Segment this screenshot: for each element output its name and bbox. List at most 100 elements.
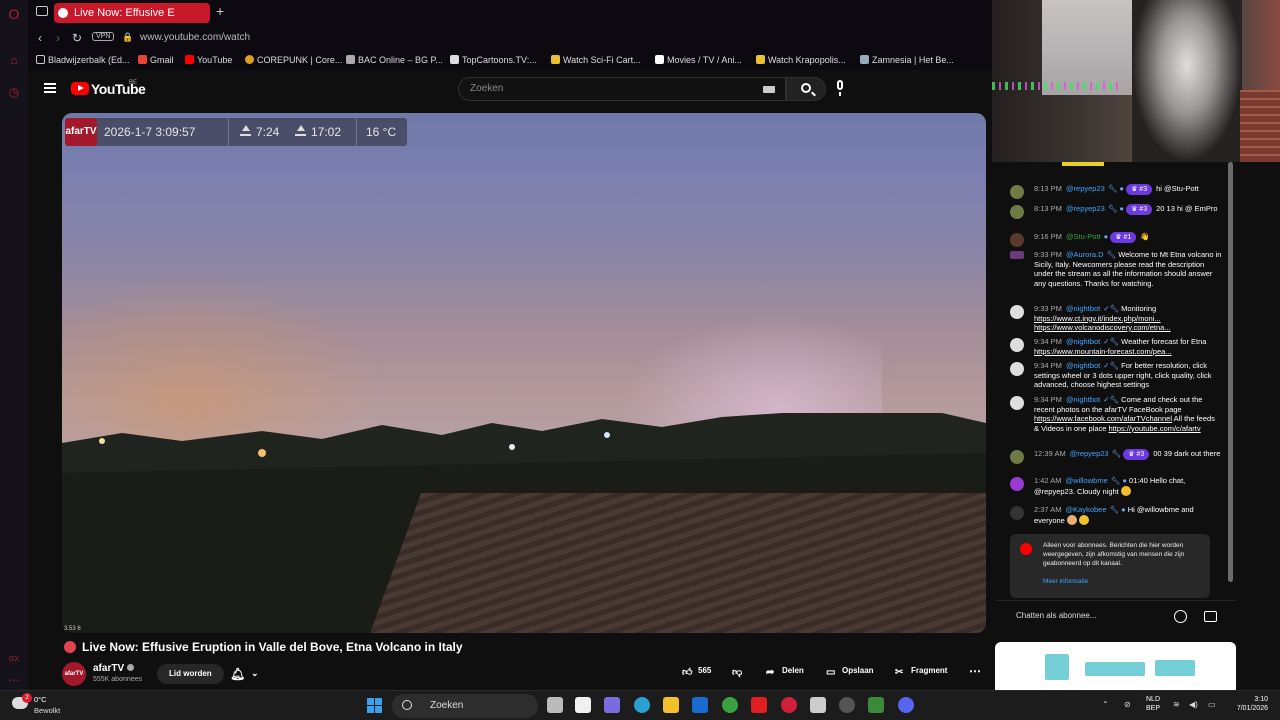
super-chat-icon[interactable]	[1204, 611, 1217, 622]
voice-search-button[interactable]	[832, 80, 848, 98]
chrome-icon[interactable]	[722, 697, 738, 713]
video-player[interactable]: afarTV 2026-1-7 3:09:57 7:24 17:02 16 °C…	[62, 113, 986, 633]
language-indicator[interactable]: NLD BEP	[1146, 695, 1160, 713]
bookmark-youtube[interactable]: YouTube	[185, 55, 232, 65]
edge-icon[interactable]	[634, 697, 650, 713]
join-button[interactable]: Lid worden	[157, 664, 224, 684]
tab-active[interactable]: Live Now: Effusive E	[54, 3, 210, 23]
start-button[interactable]	[367, 698, 383, 714]
share-icon: ➦	[766, 667, 775, 678]
youtube-icon	[1020, 543, 1032, 555]
chat-link[interactable]: https://www.facebook.com/afarTVchannel	[1034, 414, 1172, 423]
ad-card[interactable]	[995, 642, 1236, 690]
calendar-icon[interactable]	[575, 697, 591, 713]
bookmark-corepunk[interactable]: COREPUNK | Core...	[245, 55, 342, 65]
tray-chevron-icon[interactable]: ⌃	[1102, 700, 1109, 709]
wifi-icon[interactable]: ≋	[1173, 700, 1180, 709]
bookmark-zamnesia[interactable]: Zamnesia | Het Be...	[860, 55, 954, 65]
bookmark-icon: ▭	[826, 667, 836, 678]
weather-temperature[interactable]: 0°C	[34, 695, 47, 704]
youtube-app-icon[interactable]	[751, 697, 767, 713]
chat-message-list[interactable]: 8:13 PM @repyep23 🔧︎ ● ♛ #3 hi @Stu-Pott 8:…	[996, 162, 1228, 600]
verified-icon	[127, 664, 135, 671]
taskbar-search[interactable]: Zoeken	[392, 694, 538, 718]
bookmark-folder[interactable]: Bladwijzerbalk (Ed...	[36, 55, 130, 65]
youtube-header: YouTube BE Zoeken	[28, 70, 992, 110]
like-button[interactable]: 👍︎ 565	[682, 666, 711, 678]
bookmark-krapopolis[interactable]: Watch Krapopolis...	[756, 55, 846, 65]
chat-message: 8:13 PM @repyep23 🔧︎ ● ♛ #3 hi @Stu-Pott	[1010, 184, 1222, 199]
youtube-logo-text[interactable]: YouTube	[91, 81, 146, 97]
krapopolis-icon	[756, 55, 765, 64]
more-actions-icon[interactable]: ⋯	[969, 664, 981, 678]
corepunk-icon	[245, 55, 254, 64]
overlay-temperature: 16 °C	[366, 125, 397, 139]
dislike-button[interactable]: 👎︎	[732, 666, 748, 678]
clip-button[interactable]: ✂ Fragment	[895, 666, 947, 678]
more-icon[interactable]: ⋯	[6, 672, 22, 688]
chat-input[interactable]: Chatten als abonnee...	[996, 600, 1236, 630]
lock-icon[interactable]: 🔒	[122, 32, 133, 43]
avatar	[1010, 506, 1024, 520]
network-off-icon[interactable]: ⊘	[1124, 700, 1131, 709]
chat-link[interactable]: https://www.mountain-forecast.com/pea...	[1034, 347, 1172, 356]
scissors-icon: ✂	[895, 667, 904, 678]
weather-condition[interactable]: Bewolkt	[34, 706, 60, 715]
bookmark-bac[interactable]: BAC Online – BG P...	[346, 55, 443, 65]
keyboard-icon[interactable]	[763, 86, 775, 93]
steam-icon[interactable]	[839, 697, 855, 713]
opera-gx-icon[interactable]	[781, 697, 797, 713]
calculator-icon[interactable]	[810, 697, 826, 713]
bookmark-movies[interactable]: Movies / TV / Ani...	[655, 55, 742, 65]
forward-icon[interactable]: ›	[56, 31, 60, 45]
hamburger-menu-icon[interactable]	[44, 83, 56, 93]
url-field[interactable]: www.youtube.com/watch	[140, 32, 250, 43]
chat-message: 9:33 PM @Aurora.D 🔧︎ Welcome to Mt Etna vo…	[1010, 250, 1222, 288]
youtube-logo-icon[interactable]	[71, 82, 89, 95]
channel-avatar[interactable]: afarTV	[62, 662, 86, 686]
bookmark-gmail[interactable]: Gmail	[138, 55, 174, 65]
save-button[interactable]: ▭ Opslaan	[826, 666, 874, 678]
system-clock[interactable]: 3:10 7/01/2026	[1228, 695, 1268, 713]
mic-icon	[837, 80, 843, 90]
chat-scrollbar[interactable]	[1228, 162, 1233, 582]
app-icon[interactable]	[868, 697, 884, 713]
chat-message: 9:16 PM @Stu-Pott ● ♛ #1 👋	[1010, 232, 1222, 247]
notification-badge: 2	[22, 693, 32, 703]
outlook-icon[interactable]	[692, 697, 708, 713]
reload-icon[interactable]: ↻	[72, 31, 82, 45]
bookmark-scifi[interactable]: Watch Sci-Fi Cart...	[551, 55, 641, 65]
overlay-sunrise: 7:24	[240, 125, 279, 139]
back-icon[interactable]: ‹	[38, 31, 42, 45]
emoji-picker-icon[interactable]	[1174, 610, 1187, 623]
volume-icon[interactable]: ◀)	[1189, 700, 1198, 709]
chevron-down-icon[interactable]: ⌄	[251, 668, 259, 679]
channel-name[interactable]: afarTV	[93, 663, 135, 674]
discord-icon[interactable]	[898, 697, 914, 713]
thumbs-up-icon: 👍︎	[682, 667, 693, 678]
bookmark-topcartoons[interactable]: TopCartoons.TV:...	[450, 55, 537, 65]
member-badge: ♛ #3	[1123, 449, 1150, 460]
vpn-badge[interactable]: VPN	[92, 32, 115, 41]
wallet-icon[interactable]: ⌂	[6, 52, 22, 68]
zamnesia-icon	[860, 55, 869, 64]
share-button[interactable]: ➦ Delen	[766, 666, 804, 678]
gx-icon[interactable]: GX	[6, 652, 22, 668]
teams-icon[interactable]	[604, 697, 620, 713]
search-button[interactable]	[786, 77, 826, 101]
chat-link[interactable]: https://youtube.com/c/afartv	[1109, 424, 1201, 433]
tab-menu-icon[interactable]	[36, 6, 48, 16]
task-view-icon[interactable]	[547, 697, 563, 713]
opera-sidebar: O ⌂ ◷ GX ⋯	[0, 0, 28, 690]
more-info-link[interactable]: Meer informatie	[1043, 578, 1088, 585]
battery-icon[interactable]: ▭	[1208, 700, 1216, 709]
search-input[interactable]: Zoeken	[458, 77, 786, 101]
history-icon[interactable]: ◷	[6, 84, 22, 100]
new-tab-plus-icon[interactable]: +	[216, 3, 224, 19]
opera-logo-icon[interactable]: O	[6, 6, 22, 22]
notifications-bell-icon[interactable]: 🔔︎	[230, 667, 245, 681]
emoji-icon	[1079, 514, 1090, 525]
avatar	[1010, 477, 1024, 491]
chat-link[interactable]: https://www.ct.ingv.it/index.php/moni...…	[1034, 314, 1171, 333]
file-explorer-icon[interactable]	[663, 697, 679, 713]
